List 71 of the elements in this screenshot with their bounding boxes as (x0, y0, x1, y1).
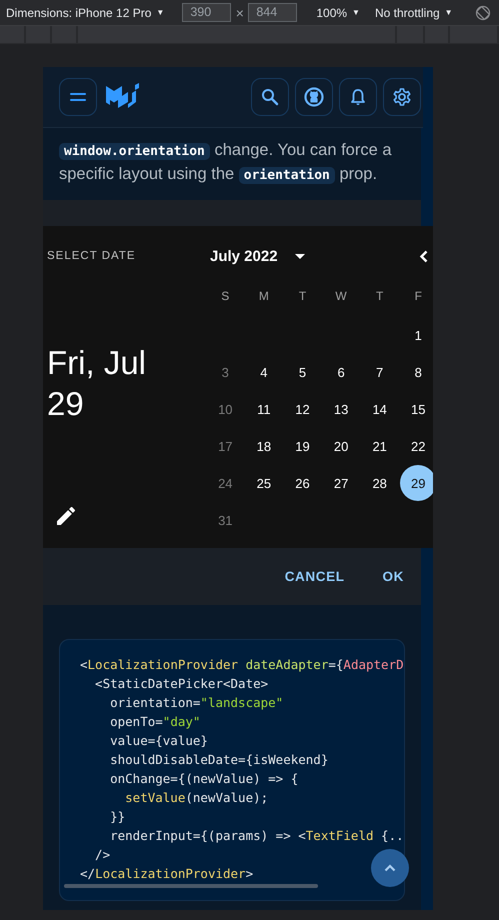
cat-icon (304, 87, 324, 107)
day-button[interactable]: 7 (362, 354, 398, 390)
search-button[interactable] (251, 78, 289, 116)
selected-date: Fri, Jul 29 (47, 343, 147, 424)
device-label: Dimensions: iPhone 12 Pro (6, 6, 152, 20)
height-input[interactable]: 844 (248, 3, 298, 22)
dropdown-caret[interactable]: ▼ (352, 8, 360, 17)
github-button[interactable] (295, 78, 333, 116)
day-button[interactable]: 28 (362, 465, 398, 501)
day-button[interactable]: 12 (284, 391, 320, 427)
day-button[interactable]: 27 (323, 465, 360, 501)
weekday-label: T (298, 289, 306, 303)
day-button[interactable]: 4 (246, 354, 282, 390)
zoom-label: 100% (316, 6, 348, 20)
code-line: openTo="day" (109, 713, 200, 731)
weekday-label: T (376, 289, 384, 303)
pencil-icon[interactable] (57, 507, 75, 525)
code-line: renderInput={(params) => <TextField {.. (109, 827, 404, 845)
day-button[interactable]: 11 (246, 391, 282, 427)
code-line: <StaticDatePicker<Date> (94, 675, 268, 693)
day-button[interactable]: 29 (400, 465, 433, 501)
day-button[interactable]: 14 (362, 391, 398, 427)
code-line: onChange={(newValue) => { (109, 770, 298, 788)
day-button[interactable]: 20 (323, 428, 360, 464)
day-button[interactable]: 13 (323, 391, 360, 427)
search-icon (260, 87, 280, 107)
day-button[interactable]: 26 (284, 465, 320, 501)
weekday-label: S (221, 289, 230, 303)
code-line: </LocalizationProvider> (80, 865, 254, 883)
day-button[interactable]: 25 (246, 465, 282, 501)
horizontal-scrollbar[interactable] (64, 884, 318, 888)
throttling-label: No throttling (374, 6, 440, 20)
day-button[interactable]: 1 (400, 317, 433, 353)
dropdown-caret[interactable]: ▼ (156, 8, 164, 17)
times-sign: × (234, 4, 245, 20)
width-input[interactable]: 390 (182, 3, 232, 22)
code-line: shouldDisableDate={isWeekend} (109, 751, 328, 769)
day-button[interactable]: 19 (284, 428, 320, 464)
chevron-left-icon[interactable] (419, 250, 428, 262)
day-button[interactable]: 18 (246, 428, 282, 464)
weekday-label: W (335, 289, 347, 303)
weekday-label: M (258, 289, 269, 303)
caret-icon[interactable] (294, 254, 305, 258)
settings-icon (392, 87, 412, 107)
code-line: /> (94, 846, 110, 864)
paragraph: window.orientation change. You can force a specific layout using the orientation prop. (59, 140, 393, 186)
day-button[interactable]: 6 (323, 354, 360, 390)
weekday-label: F (414, 289, 422, 303)
code-line: value={value} (109, 732, 208, 750)
day-button[interactable]: 15 (400, 391, 433, 427)
code-line: orientation="landscape" (109, 694, 284, 712)
menu-button[interactable] (59, 78, 97, 116)
dialog-button[interactable]: CANCEL (276, 563, 353, 590)
rotate-icon[interactable] (474, 4, 491, 20)
day-button[interactable]: 5 (284, 354, 320, 390)
notifications-button[interactable] (339, 78, 377, 116)
code-line: setValue(newValue); (124, 789, 268, 807)
chevron-up-icon (384, 864, 396, 872)
day-button[interactable]: 22 (400, 428, 433, 464)
code-line: }} (109, 808, 126, 826)
code-line: <LocalizationProvider dateAdapter={AdapterD (80, 656, 404, 674)
dialog-button[interactable]: OK (374, 563, 412, 590)
bell-icon (348, 87, 368, 107)
logo-icon[interactable] (105, 83, 141, 111)
menu-icon (70, 92, 86, 102)
day-button[interactable]: 8 (400, 354, 433, 390)
toolbar-label: SELECT DATE (47, 249, 137, 263)
dropdown-caret[interactable]: ▼ (444, 8, 453, 17)
settings-button[interactable] (383, 78, 421, 116)
day-button[interactable]: 21 (362, 428, 398, 464)
month-label[interactable]: July 2022 (210, 248, 278, 264)
